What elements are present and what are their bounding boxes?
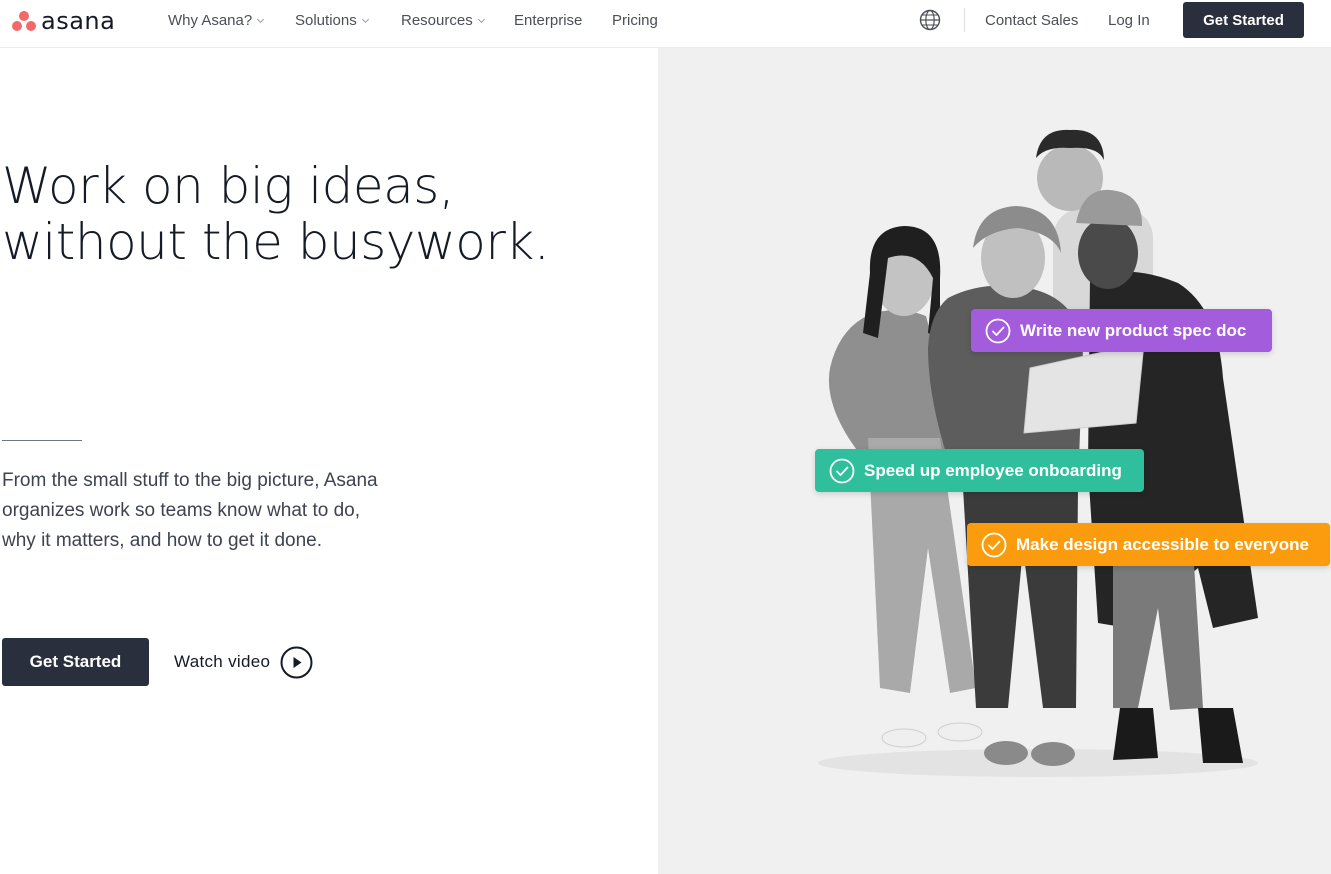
nav-item-label: Why Asana?	[168, 12, 253, 29]
divider-rule	[2, 440, 82, 441]
log-in-link[interactable]: Log In	[1108, 11, 1150, 31]
nav-item-solutions[interactable]: Solutions	[295, 11, 369, 31]
nav-item-label: Solutions	[295, 12, 357, 29]
nav-get-started-button[interactable]: Get Started	[1183, 2, 1304, 38]
nav-item-label: Pricing	[612, 12, 658, 29]
check-circle-icon	[829, 458, 855, 483]
check-circle-icon	[985, 318, 1011, 343]
task-label: Make design accessible to everyone	[1016, 534, 1309, 554]
top-navigation: asana Why Asana? Solutions Resources Ent…	[0, 0, 1331, 48]
headline-line: without the busywork.	[2, 213, 550, 271]
watch-video-label: Watch video	[174, 652, 271, 671]
subcopy-line: From the small stuff to the big picture,…	[2, 470, 378, 491]
watch-video-link[interactable]: Watch video	[174, 645, 313, 679]
task-card-design-accessible: Make design accessible to everyone	[967, 523, 1330, 566]
hero-image-panel: Write new product spec doc Speed up empl…	[658, 48, 1331, 874]
asana-logo[interactable]: asana	[11, 8, 115, 34]
asana-logo-icon	[11, 10, 37, 32]
subcopy-line: why it matters, and how to get it done.	[2, 530, 323, 551]
headline-line: Work on big ideas,	[2, 157, 455, 215]
play-circle-icon	[280, 646, 313, 678]
task-card-onboarding: Speed up employee onboarding	[815, 449, 1144, 492]
task-label: Write new product spec doc	[1020, 320, 1247, 340]
hero-subcopy: From the small stuff to the big picture,…	[2, 466, 432, 556]
contact-sales-link[interactable]: Contact Sales	[985, 11, 1078, 31]
hero-get-started-button[interactable]: Get Started	[2, 638, 149, 686]
nav-item-why-asana[interactable]: Why Asana?	[168, 11, 265, 31]
chevron-down-icon	[361, 15, 369, 24]
check-circle-icon	[981, 532, 1007, 557]
nav-item-label: Enterprise	[514, 12, 583, 29]
subcopy-line: organizes work so teams know what to do,	[2, 500, 361, 521]
nav-item-resources[interactable]: Resources	[401, 11, 485, 31]
nav-item-enterprise[interactable]: Enterprise	[514, 11, 582, 31]
chevron-down-icon	[257, 15, 265, 24]
nav-divider	[964, 8, 965, 32]
hero-headline: Work on big ideas, without the busywork.	[2, 158, 622, 270]
chevron-down-icon	[477, 15, 485, 24]
task-label: Speed up employee onboarding	[864, 460, 1122, 480]
nav-item-label: Resources	[401, 12, 473, 29]
logo-wordmark: asana	[41, 7, 116, 35]
nav-item-pricing[interactable]: Pricing	[612, 11, 658, 31]
task-card-product-spec: Write new product spec doc	[971, 309, 1272, 352]
globe-icon[interactable]	[919, 9, 941, 31]
